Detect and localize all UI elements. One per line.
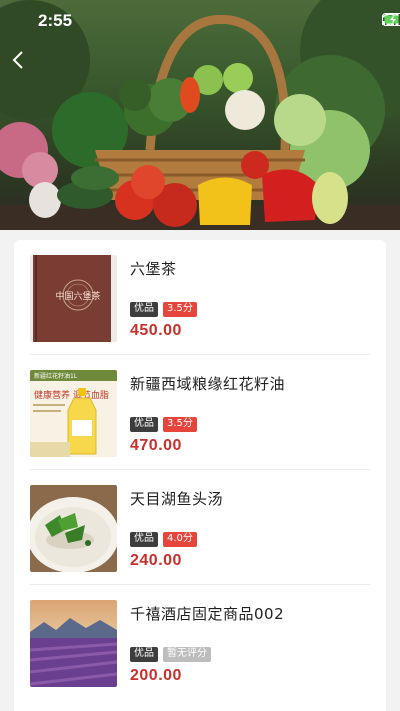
product-name: 千禧酒店固定商品002 [130, 605, 285, 623]
product-price: 450.00 [130, 322, 182, 339]
product-item[interactable]: 千禧酒店固定商品002 优品 暂无评分 200.00 [30, 585, 370, 700]
quality-badge: 优品 [130, 647, 158, 662]
product-tags: 优品 3.5分 [130, 302, 197, 317]
product-thumbnail: 中国六堡茶 [30, 255, 117, 342]
product-item[interactable]: 天目湖鱼头汤 优品 4.0分 240.00 [30, 470, 370, 585]
product-tags: 优品 4.0分 [130, 532, 197, 547]
product-tags: 优品 3.5分 [130, 417, 197, 432]
chevron-left-icon [12, 51, 23, 69]
product-name: 新疆西域粮缘红花籽油 [130, 375, 286, 393]
product-price: 240.00 [130, 552, 182, 569]
quality-badge: 优品 [130, 417, 158, 432]
product-thumbnail [30, 485, 117, 572]
product-item[interactable]: 新疆红花籽油1L 健康营养 调节血脂 新疆西域粮缘红花籽油 优品 3.5分 47… [30, 355, 370, 470]
status-time: 2:55 [38, 11, 73, 30]
cover-title: 中国六堡茶 [55, 290, 100, 302]
product-name: 天目湖鱼头汤 [130, 490, 224, 508]
product-thumbnail [30, 600, 117, 687]
back-button[interactable] [12, 50, 40, 78]
product-list: 中国六堡茶 六堡茶 优品 3.5分 450.00 新疆红花籽油1L 健康营养 调… [14, 240, 386, 711]
product-price: 470.00 [130, 437, 182, 454]
battery-charging-icon [382, 13, 400, 26]
product-name: 六堡茶 [130, 260, 177, 278]
status-bar: 2:55 [0, 0, 400, 40]
rating-badge: 4.0分 [163, 532, 197, 547]
rating-badge: 3.5分 [163, 417, 197, 432]
rating-badge: 暂无评分 [163, 647, 211, 662]
product-price: 200.00 [130, 667, 182, 684]
quality-badge: 优品 [130, 532, 158, 547]
product-thumbnail: 新疆红花籽油1L 健康营养 调节血脂 [30, 370, 117, 457]
hero-banner-image: 2:55 [0, 0, 400, 230]
tea-book-cover-image: 中国六堡茶 [30, 255, 117, 342]
product-tags: 优品 暂无评分 [130, 647, 211, 662]
lavender-field-image [30, 600, 117, 687]
fish-soup-image [30, 485, 117, 572]
banner-text: 新疆红花籽油1L [34, 372, 78, 380]
rating-badge: 3.5分 [163, 302, 197, 317]
oil-bottle-image: 新疆红花籽油1L 健康营养 调节血脂 [30, 370, 117, 457]
slogan-text: 健康营养 调节血脂 [34, 389, 109, 401]
product-item[interactable]: 中国六堡茶 六堡茶 优品 3.5分 450.00 [30, 240, 370, 355]
quality-badge: 优品 [130, 302, 158, 317]
